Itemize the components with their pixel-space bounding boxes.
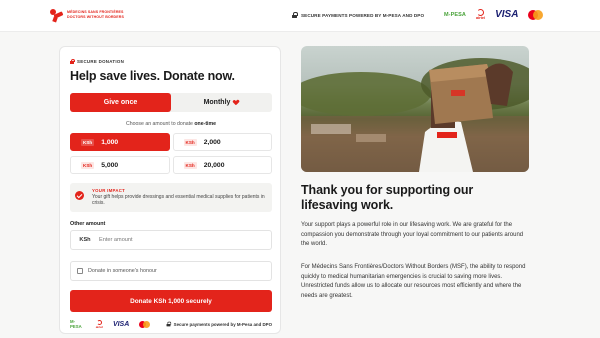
footer-payment-logos: M-PESA airtel VISA bbox=[70, 319, 151, 329]
other-amount-currency: KSh bbox=[79, 237, 91, 243]
amount-option-20000[interactable]: KSh 20,000 bbox=[172, 156, 272, 174]
site-header: MÉDECINS SANS FRONTIÈRES DOCTORS WITHOUT… bbox=[0, 0, 600, 32]
currency-badge: KSh bbox=[183, 138, 197, 146]
msf-logo-icon bbox=[50, 8, 64, 23]
secure-payments-notice: SECURE PAYMENTS POWERED BY M-PESA AND DP… bbox=[292, 12, 424, 18]
amount-value: 2,000 bbox=[203, 138, 221, 146]
thank-you-heading: Thank you for supporting our lifesaving … bbox=[301, 183, 474, 212]
visa-logo: VISA bbox=[112, 320, 130, 328]
msf-paragraph: For Médecins Sans Frontières/Doctors Wit… bbox=[301, 264, 526, 299]
lock-icon bbox=[166, 321, 171, 327]
lock-icon bbox=[292, 12, 298, 18]
visa-logo: VISA bbox=[495, 9, 519, 20]
honour-option[interactable]: Donate in someone's honour bbox=[70, 261, 272, 281]
secure-payments-text: SECURE PAYMENTS POWERED BY M-PESA AND DP… bbox=[301, 12, 425, 18]
frequency-toggle: Give once Monthly bbox=[70, 93, 272, 112]
airtel-logo-text: airtel bbox=[476, 16, 486, 20]
other-amount-input[interactable] bbox=[99, 237, 249, 243]
airtel-logo: airtel bbox=[95, 319, 103, 329]
amount-value: 20,000 bbox=[203, 161, 225, 169]
heart-icon bbox=[233, 100, 239, 106]
mastercard-logo bbox=[528, 9, 544, 20]
mpesa-logo: M-PESA bbox=[70, 319, 82, 329]
footer-secure-text: Secure payments powered by M-Pesa and DP… bbox=[173, 321, 272, 327]
msf-logo[interactable]: MÉDECINS SANS FRONTIÈRES DOCTORS WITHOUT… bbox=[50, 8, 124, 23]
monthly-label: Monthly bbox=[203, 99, 231, 106]
currency-badge: KSh bbox=[81, 161, 95, 169]
other-amount-label: Other amount bbox=[70, 221, 106, 227]
amount-option-1000[interactable]: KSh 1,000 bbox=[70, 133, 170, 151]
footer-secure-notice: Secure payments powered by M-Pesa and DP… bbox=[166, 321, 272, 327]
amount-value: 5,000 bbox=[101, 161, 119, 169]
amount-option-2000[interactable]: KSh 2,000 bbox=[172, 133, 272, 151]
mastercard-logo bbox=[139, 320, 151, 328]
form-title: Help save lives. Donate now. bbox=[70, 69, 235, 83]
airtel-logo: airtel bbox=[476, 9, 485, 20]
support-paragraph: Your support plays a powerful role in ou… bbox=[301, 222, 524, 248]
hero-photo-illustration bbox=[301, 58, 529, 172]
choose-amount-prefix: Choose an amount to donate bbox=[126, 121, 193, 127]
choose-amount-frequency: one-time bbox=[194, 121, 216, 127]
honour-label: Donate in someone's honour bbox=[88, 268, 157, 274]
checkbox-icon[interactable] bbox=[77, 268, 83, 274]
donate-button-label: Donate KSh 1,000 securely bbox=[130, 297, 212, 305]
donate-button[interactable]: Donate KSh 1,000 securely bbox=[70, 290, 272, 312]
logo-line-2: DOCTORS WITHOUT BORDERS bbox=[67, 15, 124, 19]
check-icon bbox=[75, 191, 84, 200]
amount-option-5000[interactable]: KSh 5,000 bbox=[70, 156, 170, 174]
lock-icon bbox=[70, 59, 76, 64]
impact-text: Your gift helps provide dressings and es… bbox=[92, 194, 265, 207]
logo-text: MÉDECINS SANS FRONTIÈRES DOCTORS WITHOUT… bbox=[67, 10, 124, 20]
donation-form-card: SECURE DONATION Help save lives. Donate … bbox=[59, 46, 281, 334]
monthly-tab[interactable]: Monthly bbox=[171, 93, 272, 112]
secure-donation-eyebrow: SECURE DONATION bbox=[70, 59, 124, 64]
impact-label: YOUR IMPACT bbox=[92, 188, 126, 193]
payment-logos: M-PESA airtel VISA bbox=[444, 9, 544, 20]
hero-photo bbox=[301, 46, 529, 172]
amount-value: 1,000 bbox=[101, 138, 119, 146]
impact-callout: YOUR IMPACT Your gift helps provide dres… bbox=[70, 183, 272, 212]
airtel-logo-text: airtel bbox=[95, 324, 103, 329]
give-once-tab[interactable]: Give once bbox=[70, 93, 171, 112]
other-amount-field: KSh bbox=[70, 230, 272, 250]
amount-options: KSh 1,000 KSh 2,000 KSh 5,000 KSh 20,000 bbox=[70, 133, 272, 174]
choose-amount-text: Choose an amount to donate one-time bbox=[60, 121, 282, 127]
currency-badge: KSh bbox=[183, 161, 197, 169]
currency-badge: KSh bbox=[81, 138, 95, 146]
card-footer: M-PESA airtel VISA Secure payments power… bbox=[70, 319, 272, 329]
give-once-label: Give once bbox=[103, 99, 138, 106]
eyebrow-text: SECURE DONATION bbox=[77, 59, 125, 64]
mpesa-logo: M-PESA bbox=[444, 11, 466, 18]
